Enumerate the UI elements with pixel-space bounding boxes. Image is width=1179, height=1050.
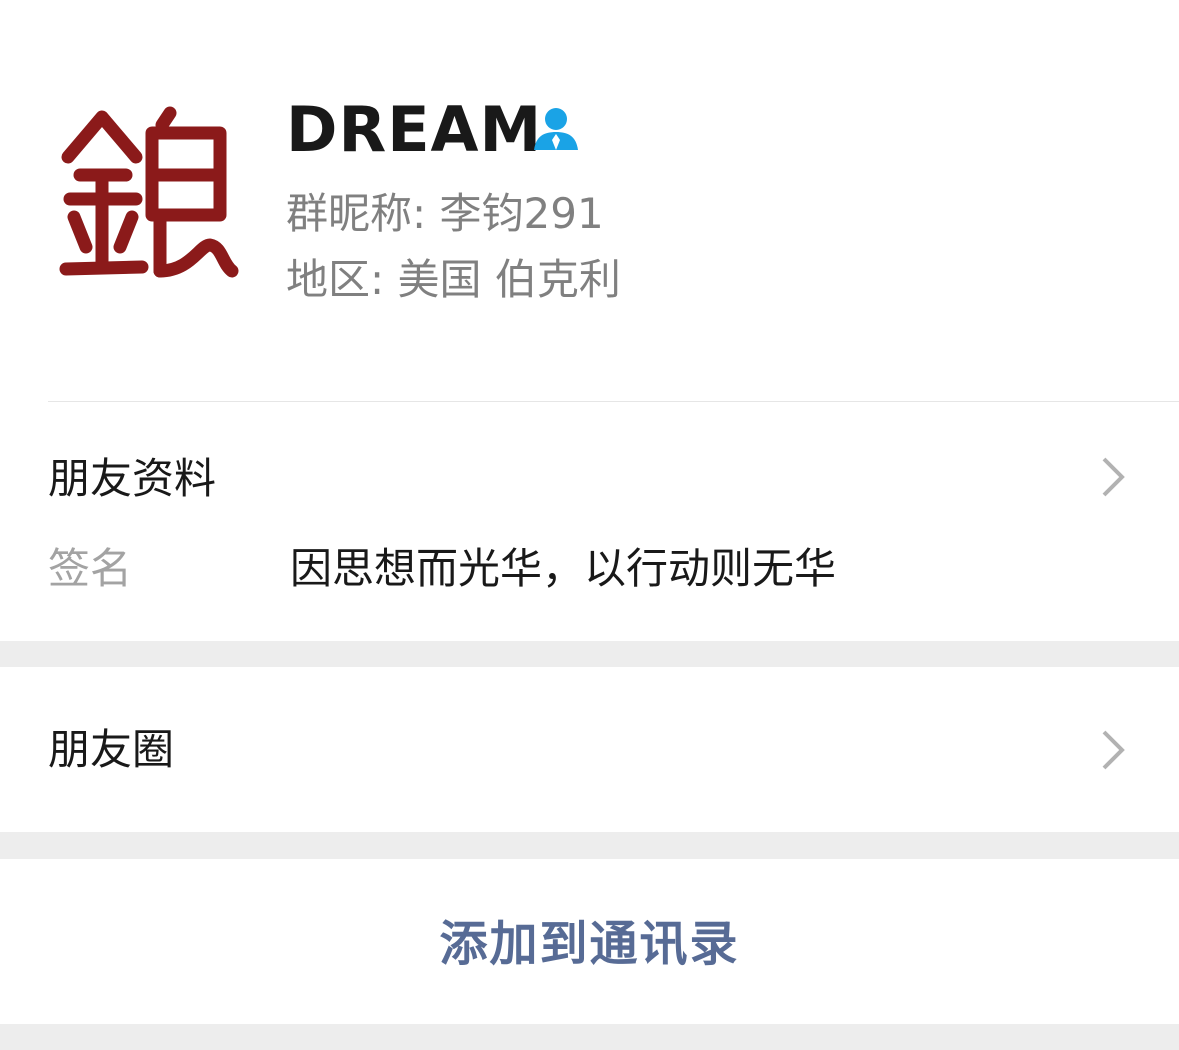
- add-to-contacts-button[interactable]: 添加到通讯录: [0, 914, 1179, 974]
- avatar-seal-image: [50, 95, 240, 285]
- avatar[interactable]: [50, 95, 240, 285]
- signature-label: 签名: [48, 544, 133, 593]
- moments-row[interactable]: 朋友圈: [0, 667, 1179, 832]
- divider: [48, 401, 1179, 402]
- contact-person-icon: [532, 106, 580, 152]
- region: 地区: 美国 伯克利: [286, 255, 621, 304]
- signature-value: 因思想而光华，以行动则无华: [290, 544, 837, 593]
- group-nickname: 群昵称: 李钧291: [286, 189, 604, 238]
- friend-info-title[interactable]: 朋友资料: [48, 452, 216, 506]
- chevron-right-icon[interactable]: [1098, 728, 1130, 772]
- add-to-contacts-row: 添加到通讯录: [0, 859, 1179, 1024]
- chevron-right-icon[interactable]: [1098, 455, 1130, 499]
- moments-title: 朋友圈: [48, 725, 175, 774]
- profile-card: DREAM 群昵称: 李钧291 地区: 美国 伯克利 朋友资料 签名 因思想而…: [0, 0, 1179, 641]
- nickname: DREAM: [286, 93, 543, 166]
